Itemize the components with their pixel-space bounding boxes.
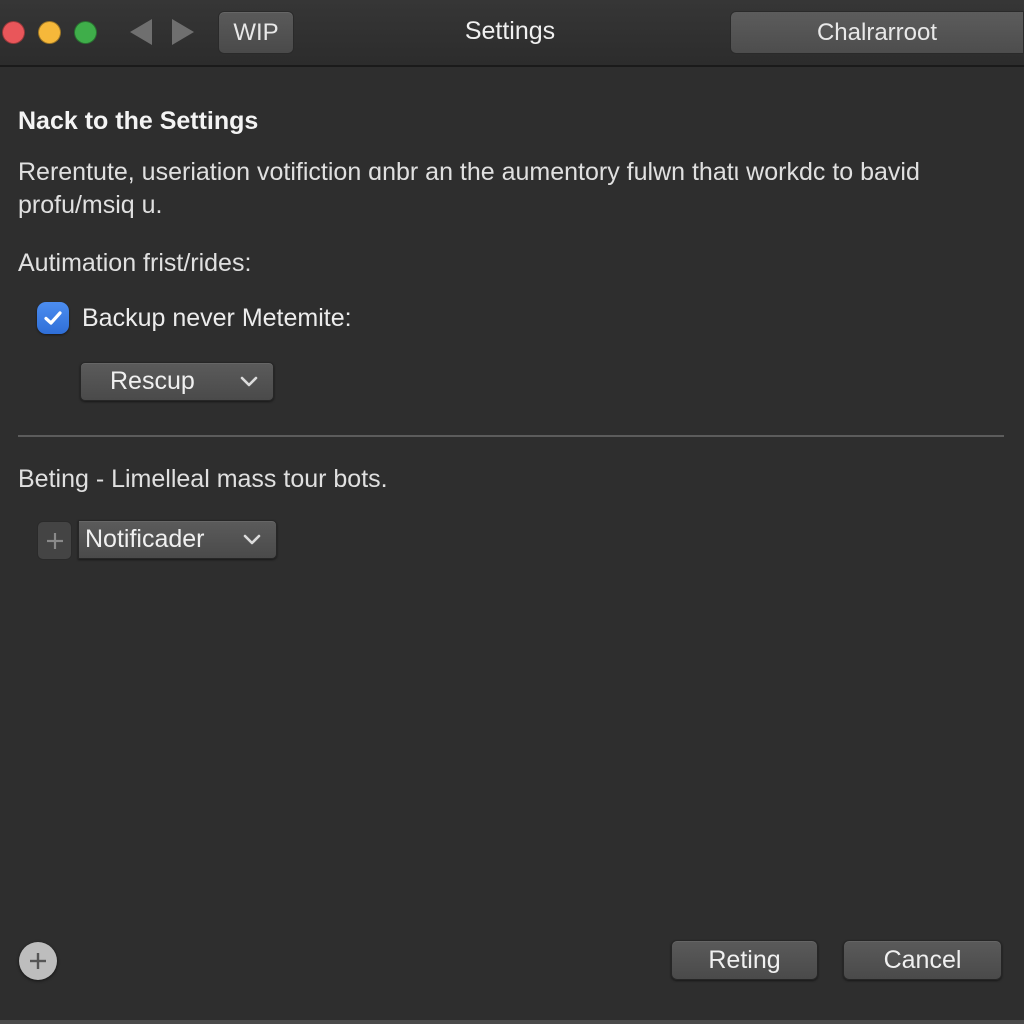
settings-window: WIP Settings Chalrarroot Nack to the Set… [0,0,1024,1024]
plus-icon [46,532,63,549]
backup-checkbox-label: Backup never Metemite: [82,303,352,332]
plus-circle-icon [30,953,46,969]
description-text: Rerentute, useriation votifiction ɑnbr a… [18,158,920,219]
forward-button[interactable] [170,17,196,47]
notification-popup-button[interactable]: Notificader [78,520,277,559]
popup-selected-value: Notificader [85,525,205,553]
add-button[interactable] [19,942,57,980]
wip-button[interactable]: WIP [218,11,294,54]
add-notification-button[interactable] [37,521,72,560]
automation-section-label: Autimation frist/rides: [18,249,252,277]
back-button[interactable] [128,17,154,47]
window-title: Settings [464,17,556,45]
backup-checkbox[interactable] [37,302,69,334]
chevron-down-icon [243,534,261,545]
close-window-button[interactable] [2,21,25,44]
section-divider [18,435,1004,437]
title-bar: WIP Settings Chalrarroot [0,0,1024,67]
minimize-window-button[interactable] [38,21,61,44]
rescup-popup-button[interactable]: Rescup [80,362,274,401]
window-bottom-edge [0,1020,1024,1024]
triangle-right-icon [172,19,194,45]
notification-section-label: Beting - Limelleal mass tour bots. [18,465,388,493]
popup-selected-value: Rescup [110,367,195,395]
toolbar-field[interactable]: Chalrarroot [730,11,1024,54]
cancel-button[interactable]: Cancel [843,940,1002,980]
checkmark-icon [44,311,62,325]
chevron-down-icon [240,376,258,387]
maximize-window-button[interactable] [74,21,97,44]
page-heading: Nack to the Settings [18,107,259,135]
reting-button[interactable]: Reting [671,940,818,980]
triangle-left-icon [130,19,152,45]
backup-checkbox-row[interactable]: Backup never Metemite: [37,302,352,334]
